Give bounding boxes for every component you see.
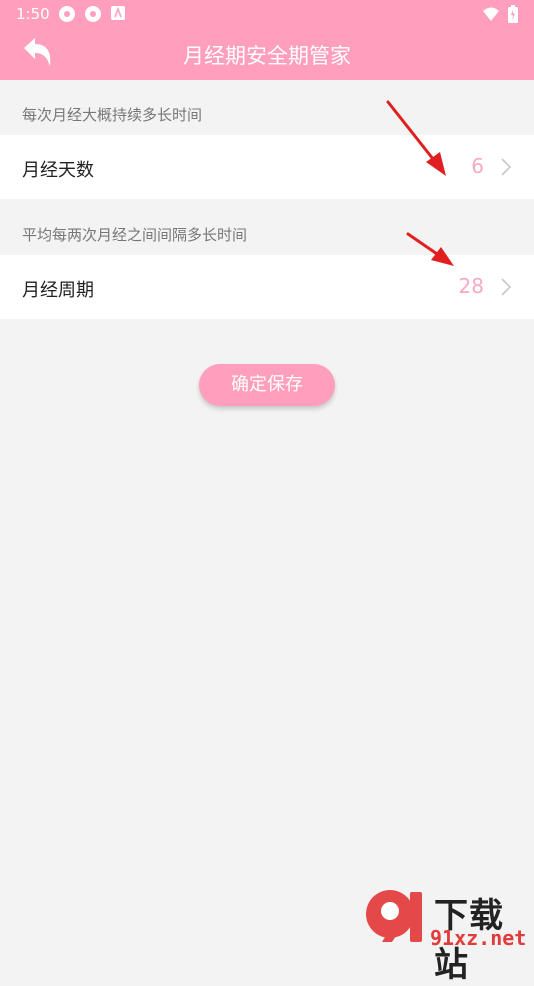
period-length-row[interactable]: 月经天数 6 <box>0 135 534 199</box>
status-bar: 1:50 <box>0 0 534 28</box>
save-button[interactable]: 确定保存 <box>199 364 335 406</box>
chevron-right-icon <box>501 158 512 176</box>
period-length-value: 6 <box>471 154 484 178</box>
battery-icon <box>508 5 518 23</box>
text-notification-icon <box>111 6 125 20</box>
status-time: 1:50 <box>16 5 50 23</box>
page-title: 月经期安全期管家 <box>183 44 351 68</box>
chevron-right-icon <box>501 278 512 296</box>
app-notification-icon-2 <box>85 6 101 22</box>
cycle-length-value: 28 <box>458 274 484 298</box>
period-length-label: 月经天数 <box>22 160 94 181</box>
period-length-hint: 每次月经大概持续多长时间 <box>22 106 203 124</box>
app-notification-icon <box>59 6 75 22</box>
cycle-length-label: 月经周期 <box>22 280 94 301</box>
cycle-length-row[interactable]: 月经周期 28 <box>0 255 534 319</box>
watermark-site: 91xz.net <box>430 926 527 950</box>
wifi-icon <box>483 7 499 21</box>
cycle-length-hint: 平均每两次月经之间间隔多长时间 <box>22 226 248 244</box>
app-bar: 月经期安全期管家 <box>0 28 534 80</box>
